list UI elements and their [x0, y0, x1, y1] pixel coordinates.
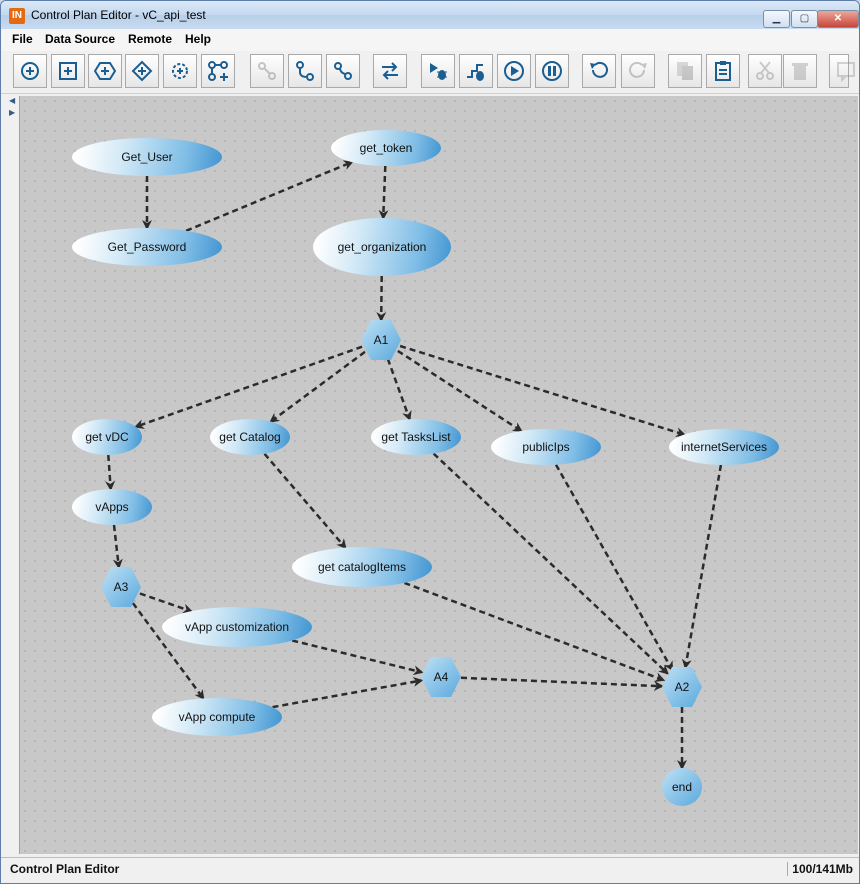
minimize-button[interactable]: ▁	[763, 10, 790, 28]
graph-edge-internetservices-to-a2[interactable]	[681, 464, 723, 670]
graph-node-vapp-customization[interactable]: vApp customization	[162, 607, 312, 647]
plus-circle-icon	[21, 62, 39, 80]
graph-node-publicips[interactable]: publicIps	[491, 429, 601, 465]
graph-edge-a1-to-get-catalog[interactable]	[269, 350, 366, 423]
cut-button[interactable]	[748, 54, 782, 88]
connect-nodes-icon	[296, 61, 314, 81]
comment-button[interactable]	[829, 54, 855, 88]
add-hexagon-node-button[interactable]	[88, 54, 122, 88]
graph-node-vapp-compute[interactable]: vApp compute	[152, 698, 282, 736]
title-bar[interactable]: IN Control Plan Editor - vC_api_test ▁ ▢…	[1, 1, 859, 29]
pause-icon	[542, 61, 562, 81]
redo-icon	[629, 61, 647, 78]
graph-edge-a1-to-internetservices[interactable]	[399, 344, 687, 437]
pause-button[interactable]	[535, 54, 569, 88]
graph-edge-get-password-to-get-token[interactable]	[185, 160, 354, 232]
graph-edge-vapps-to-a3[interactable]	[112, 524, 123, 570]
graph-node-get-catalogitems[interactable]: get catalogItems	[292, 547, 432, 587]
debug-run-button[interactable]	[421, 54, 455, 88]
maximize-button[interactable]: ▢	[791, 10, 818, 28]
comment-icon	[837, 62, 855, 82]
menu-bar: File Data Source Remote Help	[1, 29, 859, 51]
menu-help[interactable]: Help	[185, 32, 211, 46]
menu-file[interactable]: File	[12, 32, 33, 46]
graph-edge-a4-to-a2[interactable]	[460, 676, 664, 691]
swap-arrows-icon	[382, 62, 398, 80]
link-icon	[258, 62, 276, 80]
branch-add-icon	[208, 61, 228, 81]
add-task-node-button[interactable]	[51, 54, 85, 88]
swap-direction-button[interactable]	[373, 54, 407, 88]
trash-icon	[792, 63, 808, 80]
menu-remote[interactable]: Remote	[128, 32, 172, 46]
debug-step-button[interactable]	[459, 54, 493, 88]
graph-edge-vapp-customization-to-a4[interactable]	[291, 639, 424, 676]
undo-icon	[590, 61, 608, 78]
plus-square-icon	[59, 62, 77, 80]
status-text: Control Plan Editor	[10, 862, 120, 876]
add-start-node-button[interactable]	[13, 54, 47, 88]
graph-node-end[interactable]: end	[662, 768, 702, 806]
connect-button[interactable]	[250, 54, 284, 88]
paste-button[interactable]	[706, 54, 740, 88]
play-button[interactable]	[497, 54, 531, 88]
graph-node-vapps[interactable]: vApps	[72, 489, 152, 525]
plus-gear-icon	[172, 63, 188, 79]
redo-button[interactable]	[621, 54, 655, 88]
graph-canvas[interactable]: Get_User Get_Password get_token get_organiz…	[19, 96, 858, 854]
undo-button[interactable]	[582, 54, 616, 88]
window-title: Control Plan Editor - vC_api_test	[31, 8, 206, 22]
add-gear-node-button[interactable]	[163, 54, 197, 88]
clipboard-icon	[715, 61, 731, 81]
disconnect-nodes-icon	[334, 62, 352, 80]
graph-edges	[105, 160, 723, 770]
play-icon	[504, 61, 524, 81]
graph-edge-a3-to-vapp-customization[interactable]	[139, 592, 193, 614]
graph-node-get-catalog[interactable]: get Catalog	[210, 419, 290, 455]
toolbar	[1, 51, 859, 94]
plus-hexagon-icon	[94, 62, 116, 80]
scissors-icon	[756, 61, 774, 80]
graph-node-get-vdc[interactable]: get vDC	[72, 419, 142, 455]
add-branch-button[interactable]	[201, 54, 235, 88]
expand-arrow-icon: ▶	[9, 108, 16, 117]
disconnect-nodes-button[interactable]	[326, 54, 360, 88]
graph-node-get-user[interactable]: Get_User	[72, 138, 222, 176]
graph-node-get-token[interactable]: get_token	[331, 130, 441, 166]
memory-usage: 100/141Mb	[787, 862, 853, 876]
debug-step-icon	[467, 64, 484, 81]
graph-edge-get-token-to-get-organization[interactable]	[378, 165, 389, 220]
menu-data-source[interactable]: Data Source	[45, 32, 115, 46]
graph-edge-a1-to-get-taskslist[interactable]	[386, 358, 412, 422]
delete-button[interactable]	[783, 54, 817, 88]
graph-node-get-organization[interactable]: get_organization	[313, 218, 451, 276]
graph-node-get-taskslist[interactable]: get TasksList	[371, 419, 461, 455]
app-window: IN Control Plan Editor - vC_api_test ▁ ▢…	[0, 0, 860, 884]
graph-edge-publicips-to-a2[interactable]	[554, 464, 674, 672]
panel-collapse-handle[interactable]: ◀ ▶	[7, 94, 19, 854]
graph-edge-a1-to-get-vdc[interactable]	[133, 345, 363, 429]
debug-run-icon	[430, 63, 447, 80]
graph-edge-get-organization-to-a1[interactable]	[376, 275, 387, 322]
copy-button[interactable]	[668, 54, 702, 88]
graph-edge-get-vdc-to-vapps[interactable]	[105, 454, 116, 491]
status-bar: Control Plan Editor 100/141Mb	[1, 857, 859, 883]
plus-diamond-icon	[131, 60, 153, 82]
connect-nodes-button[interactable]	[288, 54, 322, 88]
graph-edge-get-catalog-to-get-catalogitems[interactable]	[263, 452, 347, 550]
copy-icon	[677, 62, 693, 80]
graph-edge-get-taskslist-to-a2[interactable]	[432, 452, 669, 675]
graph-edge-vapp-compute-to-a4[interactable]	[272, 676, 424, 709]
graph-node-get-password[interactable]: Get_Password	[72, 228, 222, 266]
close-button[interactable]: ✕	[817, 10, 859, 28]
collapse-arrow-icon: ◀	[9, 96, 16, 105]
app-logo-icon: IN	[9, 8, 25, 24]
add-diamond-node-button[interactable]	[125, 54, 159, 88]
graph-node-internetservices[interactable]: internetServices	[669, 429, 779, 465]
